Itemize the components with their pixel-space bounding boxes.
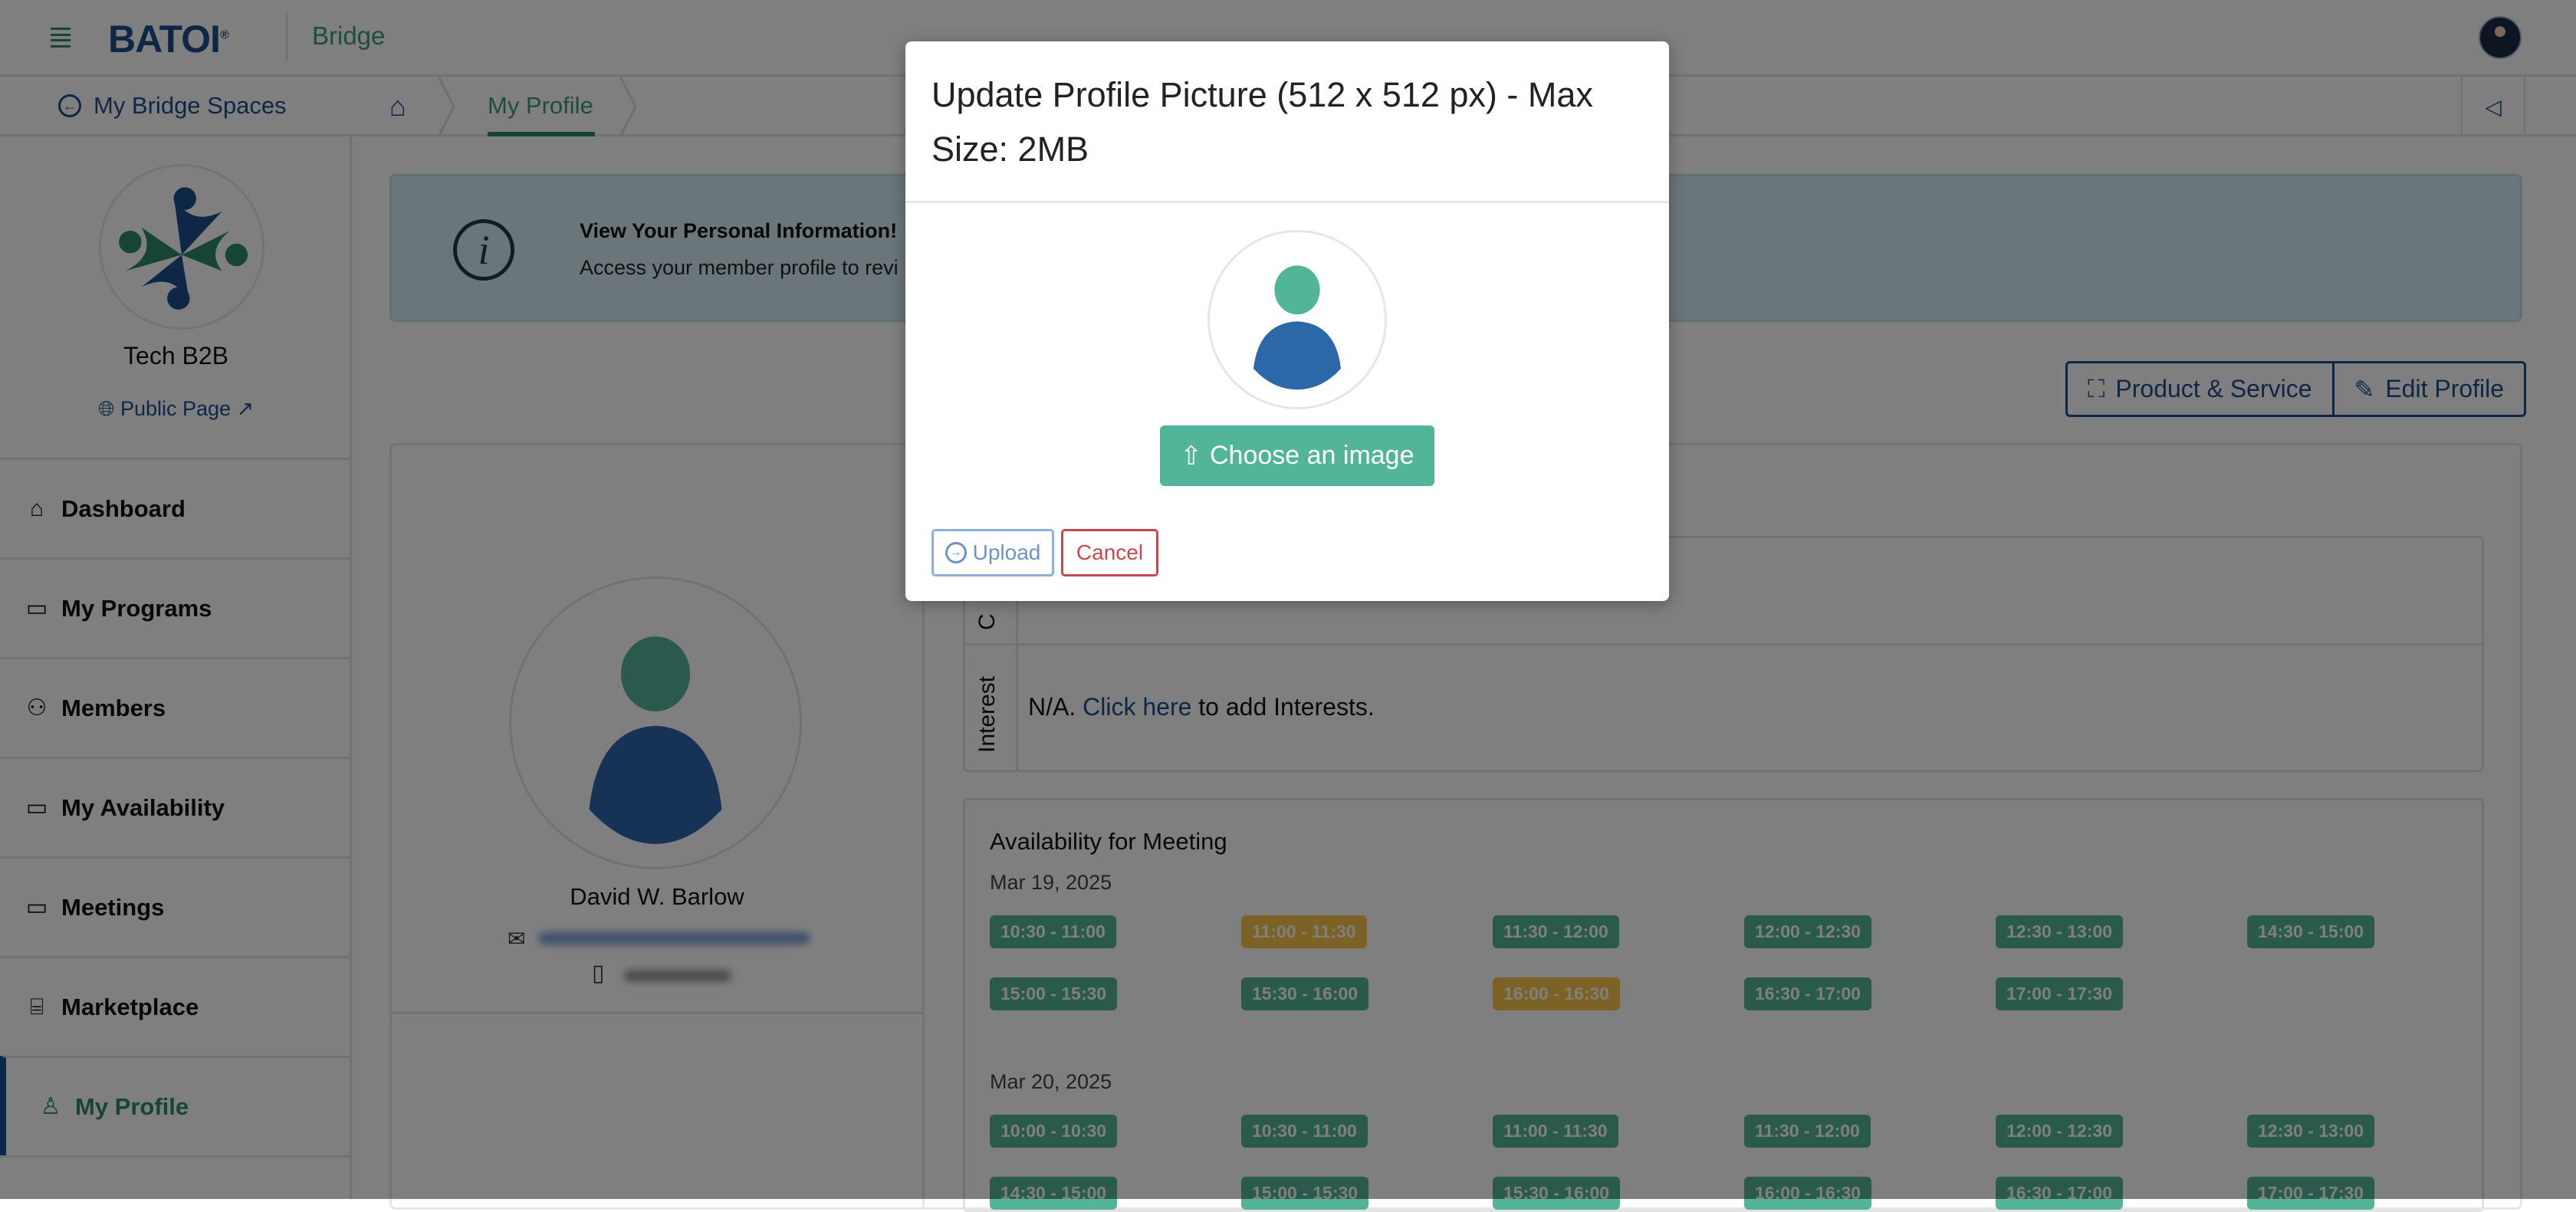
- divider: [905, 201, 1669, 203]
- update-picture-modal: Update Profile Picture (512 x 512 px) - …: [905, 41, 1669, 601]
- choose-image-button[interactable]: ⇧ Choose an image: [1160, 425, 1434, 486]
- upload-icon: ⇧: [1180, 441, 1202, 471]
- cancel-button[interactable]: Cancel: [1061, 529, 1158, 576]
- avatar-preview: [1208, 230, 1387, 409]
- button-label: Choose an image: [1209, 441, 1414, 470]
- button-label: Upload: [972, 540, 1041, 564]
- arrow-right-circle-icon: →: [945, 542, 967, 563]
- upload-button[interactable]: → Upload: [932, 529, 1054, 576]
- modal-title: Update Profile Picture (512 x 512 px) - …: [932, 75, 1593, 169]
